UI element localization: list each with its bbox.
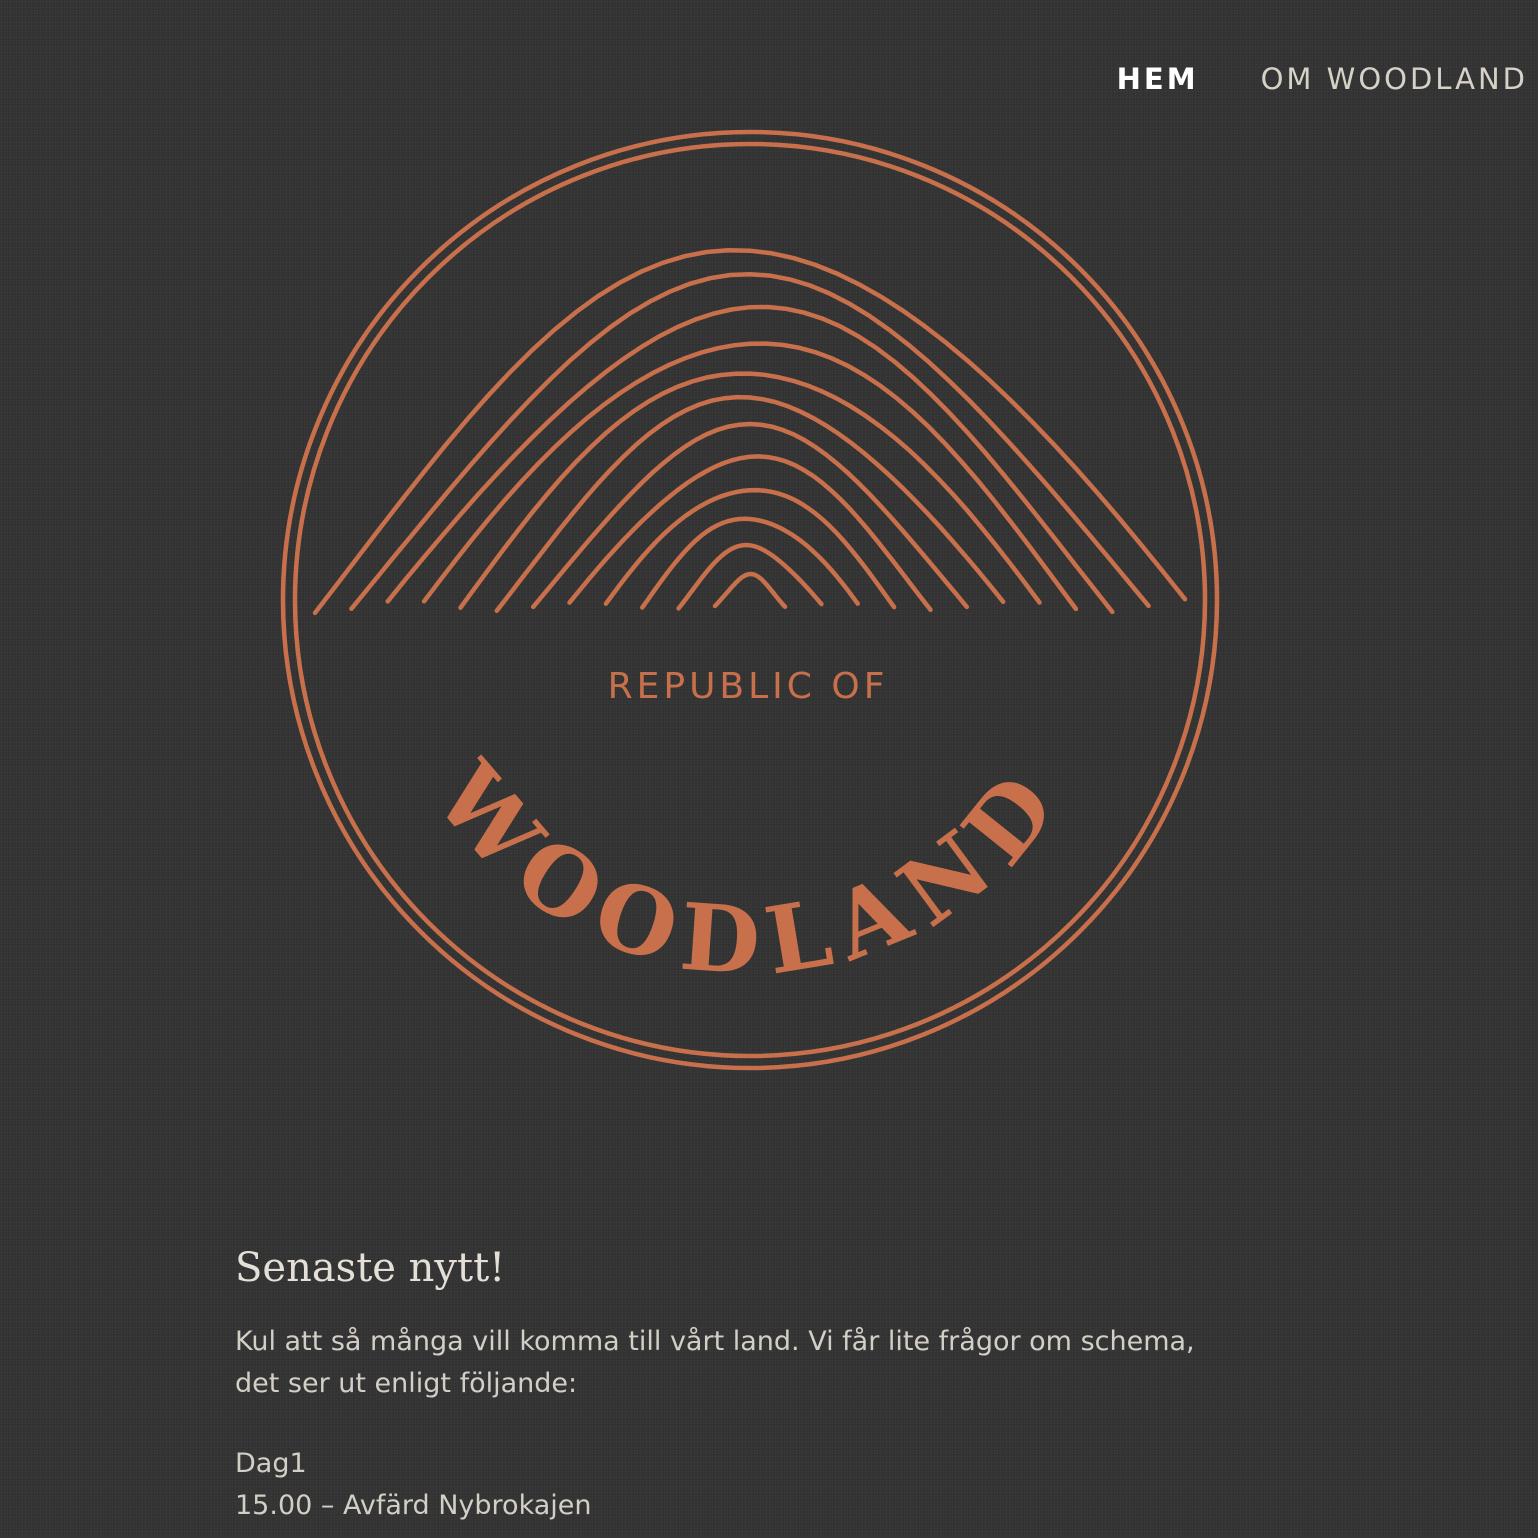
logo-ring-line <box>530 421 970 610</box>
logo-ring-line <box>349 271 1151 612</box>
logo-ring-line <box>567 454 933 613</box>
logo-republic-of: REPUBLIC OF <box>608 666 889 707</box>
schedule: Dag1 15.00 – Avfärd Nybrokajen <box>235 1443 1235 1527</box>
news-section: Senaste nytt! Kul att så många vill komm… <box>235 1245 1235 1527</box>
logo-woodland-text: WOODLAND <box>413 742 1085 997</box>
logo-wood-rings <box>312 247 1188 616</box>
logo-ring-line <box>385 304 1115 615</box>
logo-ring-line <box>640 516 860 610</box>
main-nav: HEM OM WOODLAND <box>1117 62 1528 96</box>
nav-link-hem[interactable]: HEM <box>1117 62 1199 96</box>
schedule-line: 15.00 – Avfärd Nybrokajen <box>235 1490 592 1521</box>
nav-link-om-woodland[interactable]: OM WOODLAND <box>1261 62 1528 96</box>
schedule-day-label: Dag1 <box>235 1448 307 1479</box>
news-heading: Senaste nytt! <box>235 1245 506 1291</box>
news-intro: Kul att så många vill komma till vårt la… <box>235 1326 1195 1399</box>
logo-ring-line <box>712 571 788 610</box>
logo-ring-line <box>676 542 824 611</box>
woodland-logo: REPUBLIC OF WOODLAND <box>280 128 1220 1073</box>
logo-ring-line <box>312 247 1188 616</box>
